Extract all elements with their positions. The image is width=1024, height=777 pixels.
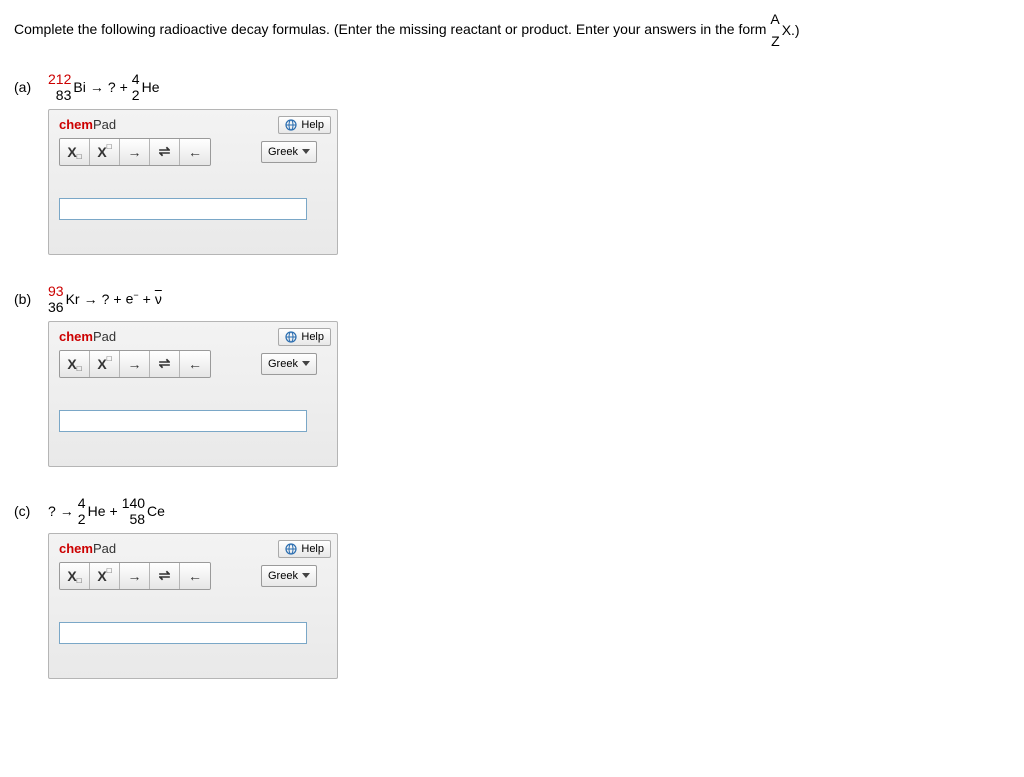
equilibrium-arrow-button[interactable]: ⇌ (150, 139, 180, 165)
superscript-button[interactable]: X□ (90, 563, 120, 589)
part-a-row: (a) 212 83 Bi → ? + 4 2 He (14, 71, 1010, 103)
tool-group: X□ X□ → ⇌ ← (59, 350, 211, 378)
equilibrium-arrow-button[interactable]: ⇌ (150, 563, 180, 589)
globe-icon (285, 119, 297, 131)
nuclide-he: 4 2 He (78, 495, 106, 527)
superscript-button[interactable]: X□ (90, 351, 120, 377)
plus: + (120, 79, 128, 95)
antineutrino: ν (155, 291, 162, 307)
nuclide-ce: 140 58 Ce (122, 495, 165, 527)
chempad-a: chemPad Help X□ X□ → ⇌ ← Greek (48, 109, 338, 255)
chempad-c: chemPad Help X□ X□ → ⇌ ← Greek (48, 533, 338, 679)
chevron-down-icon (302, 149, 310, 154)
forward-arrow-button[interactable]: → (120, 563, 150, 589)
back-arrow-button[interactable]: ← (180, 139, 210, 165)
plus: + (110, 503, 118, 519)
electron: e− (126, 290, 139, 307)
help-button[interactable]: Help (278, 540, 331, 558)
plus: + (143, 291, 151, 307)
part-b-equation: 93 36 Kr → ? + e− + ν (48, 283, 162, 315)
form-nuclide: A Z X.) (770, 8, 799, 53)
forward-arrow-button[interactable]: → (120, 139, 150, 165)
back-arrow-button[interactable]: ← (180, 351, 210, 377)
answer-input-c[interactable] (59, 622, 307, 644)
question-prompt: Complete the following radioactive decay… (14, 8, 1010, 53)
subscript-button[interactable]: X□ (60, 351, 90, 377)
tool-group: X□ X□ → ⇌ ← (59, 138, 211, 166)
chempad-title: chemPad (59, 117, 116, 132)
tool-group: X□ X□ → ⇌ ← (59, 562, 211, 590)
part-c-row: (c) ? → 4 2 He + 140 58 Ce (14, 495, 1010, 527)
form-Z: Z (771, 30, 780, 52)
arrow: → (84, 291, 98, 307)
help-button[interactable]: Help (278, 116, 331, 134)
chempad-b: chemPad Help X□ X□ → ⇌ ← Greek (48, 321, 338, 467)
greek-button[interactable]: Greek (261, 141, 317, 163)
arrow: → (90, 79, 104, 95)
chempad-title: chemPad (59, 541, 116, 556)
prompt-text: Complete the following radioactive decay… (14, 21, 770, 37)
part-b-label: (b) (14, 291, 48, 307)
greek-button[interactable]: Greek (261, 353, 317, 375)
subscript-button[interactable]: X□ (60, 563, 90, 589)
part-a-equation: 212 83 Bi → ? + 4 2 He (48, 71, 160, 103)
part-a-label: (a) (14, 79, 48, 95)
greek-button[interactable]: Greek (261, 565, 317, 587)
nuclide-he: 4 2 He (132, 71, 160, 103)
plus: + (113, 291, 121, 307)
help-button[interactable]: Help (278, 328, 331, 346)
chempad-title: chemPad (59, 329, 116, 344)
chevron-down-icon (302, 573, 310, 578)
unknown: ? (102, 291, 110, 307)
globe-icon (285, 543, 297, 555)
form-A: A (770, 8, 779, 30)
arrow: → (60, 503, 74, 519)
forward-arrow-button[interactable]: → (120, 351, 150, 377)
unknown: ? (108, 79, 116, 95)
equilibrium-arrow-button[interactable]: ⇌ (150, 351, 180, 377)
nuclide-bi: 212 83 Bi (48, 71, 86, 103)
chevron-down-icon (302, 361, 310, 366)
form-X: X.) (782, 19, 800, 41)
part-c-equation: ? → 4 2 He + 140 58 Ce (48, 495, 165, 527)
answer-input-b[interactable] (59, 410, 307, 432)
nuclide-kr: 93 36 Kr (48, 283, 80, 315)
answer-input-a[interactable] (59, 198, 307, 220)
unknown: ? (48, 503, 56, 519)
globe-icon (285, 331, 297, 343)
part-c-label: (c) (14, 503, 48, 519)
part-b-row: (b) 93 36 Kr → ? + e− + ν (14, 283, 1010, 315)
back-arrow-button[interactable]: ← (180, 563, 210, 589)
subscript-button[interactable]: X□ (60, 139, 90, 165)
superscript-button[interactable]: X□ (90, 139, 120, 165)
